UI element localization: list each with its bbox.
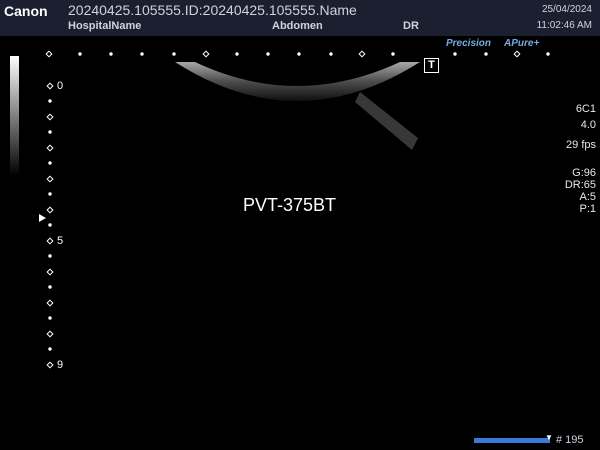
- cine-scrollbar[interactable]: [474, 438, 550, 443]
- sector-streak: [355, 92, 418, 150]
- a-value-label: A:5: [579, 191, 596, 203]
- cine-position-marker-icon[interactable]: ▼: [545, 433, 553, 442]
- frame-counter: # 195: [556, 434, 584, 446]
- depth-scale: [46, 82, 54, 369]
- dynamic-range-label: DR:65: [564, 179, 596, 191]
- focus-marker-icon: [39, 214, 46, 222]
- frame-rate-label: 29 fps: [566, 139, 596, 151]
- image-annotation: PVT-375BT: [243, 195, 337, 215]
- lateral-scale: [45, 50, 550, 58]
- gain-label: G:96: [572, 167, 596, 179]
- depth-mark-0: 0: [57, 80, 64, 92]
- p-value-label: P:1: [579, 203, 596, 215]
- depth-mark-5: 5: [57, 235, 64, 247]
- depth-mark-9: 9: [57, 359, 64, 371]
- ultrasound-sector-image: [175, 62, 420, 101]
- frequency-label: 4.0: [580, 119, 596, 131]
- probe-label: 6C1: [575, 103, 596, 115]
- ultrasound-overlay: [39, 50, 550, 369]
